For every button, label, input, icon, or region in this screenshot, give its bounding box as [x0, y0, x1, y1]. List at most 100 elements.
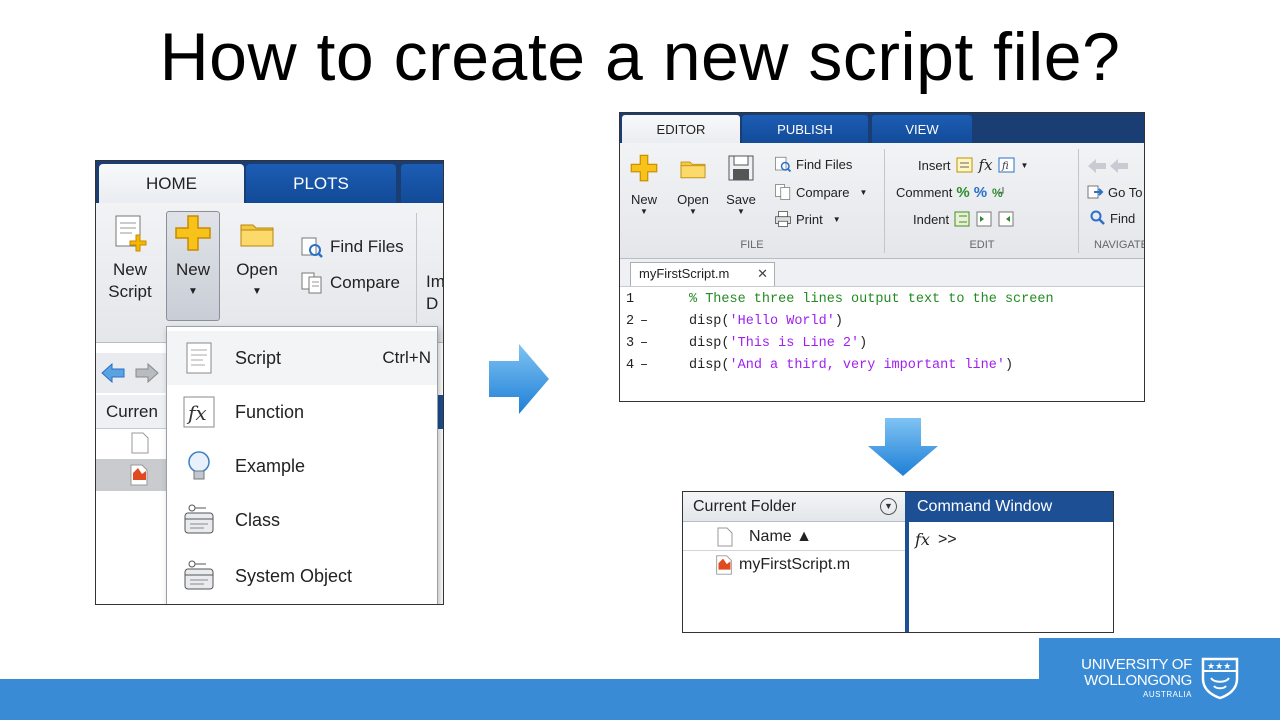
- folder-command-panel: Current Folder ▼ Name ▲ myFirstScript.m …: [682, 491, 1114, 633]
- editor-save-label: Save: [726, 192, 756, 207]
- code-editor[interactable]: 1 % These three lines output text to the …: [620, 289, 1144, 377]
- back-arrow-icon[interactable]: [100, 361, 126, 385]
- close-icon[interactable]: ✕: [757, 263, 768, 285]
- editor-new-label: New: [630, 192, 657, 207]
- wrap-comments-icon: %: [992, 186, 1004, 200]
- forward-arrow-icon[interactable]: [134, 361, 160, 385]
- uncomment-icon: %: [973, 183, 988, 201]
- new-script-label-2: Script: [108, 282, 152, 301]
- home-ribbon: New Script New ▼ Open ▼ Find Files Compa…: [96, 203, 443, 343]
- plus-icon: [630, 154, 658, 182]
- open-button[interactable]: Open ▼: [230, 213, 284, 303]
- code-line[interactable]: 2– disp('Hello World'): [620, 311, 1144, 333]
- compare-label: Compare: [330, 273, 400, 292]
- printer-icon: [775, 211, 791, 227]
- import-button[interactable]: Im D: [426, 271, 444, 315]
- fx-icon[interactable]: fx: [915, 530, 930, 549]
- editor-print-button[interactable]: Print ▼: [774, 210, 841, 228]
- m-file-icon: [130, 464, 148, 486]
- code-line[interactable]: 3– disp('This is Line 2'): [620, 333, 1144, 355]
- file-tab-label: myFirstScript.m: [639, 266, 730, 281]
- code-token: % These three lines output text to the s…: [689, 292, 1054, 307]
- code-token: 'And a third, very important line': [729, 358, 1005, 373]
- editor-compare-button[interactable]: Compare ▼: [774, 183, 867, 201]
- chevron-down-icon: ▼: [188, 286, 198, 297]
- insert-button[interactable]: Insert fx fi ▼: [918, 156, 1028, 174]
- code-text: disp('And a third, very important line'): [689, 355, 1013, 377]
- right-arrow-icon: [489, 344, 549, 414]
- editor-tab-bar: EDITOR PUBLISH VIEW: [620, 113, 1144, 145]
- goto-button[interactable]: Go To: [1086, 183, 1142, 201]
- folder-file-row[interactable]: myFirstScript.m: [713, 554, 850, 576]
- svg-text:★★★: ★★★: [1207, 661, 1231, 671]
- new-script-button[interactable]: New Script: [102, 213, 158, 303]
- insert-label: Insert: [918, 157, 951, 173]
- svg-text:fi: fi: [1001, 161, 1009, 172]
- edit-group-label: EDIT: [969, 239, 995, 251]
- tab-view[interactable]: VIEW: [872, 115, 972, 145]
- new-dropdown-menu: Script Ctrl+N fx Function Example Class …: [166, 326, 438, 604]
- lightbulb-icon: [188, 451, 210, 480]
- compare-button[interactable]: Compare: [300, 271, 400, 295]
- tab-editor[interactable]: EDITOR: [622, 115, 740, 145]
- code-token: disp(: [689, 314, 730, 329]
- editor-open-button[interactable]: Open ▼: [674, 153, 712, 216]
- file-icon: [131, 432, 149, 454]
- goto-label: Go To: [1108, 184, 1143, 200]
- find-button[interactable]: Find: [1090, 210, 1135, 226]
- current-folder-header: Curren: [96, 395, 166, 429]
- navigate-back-icon[interactable]: [1086, 157, 1130, 175]
- editor-new-button[interactable]: New ▼: [626, 153, 662, 216]
- editor-find-files-label: Find Files: [796, 156, 853, 172]
- breakpoint-marker[interactable]: –: [640, 311, 648, 333]
- tab-apps[interactable]: [401, 164, 443, 203]
- import-label-2: D: [426, 294, 439, 313]
- find-files-button[interactable]: Find Files: [300, 235, 404, 259]
- current-folder-title: Current Folder: [693, 498, 797, 515]
- university-crest-icon: ★★★: [1201, 657, 1239, 700]
- system-object-icon: [184, 560, 214, 590]
- tab-plots[interactable]: PLOTS: [246, 164, 396, 203]
- code-line[interactable]: 4– disp('And a third, very important line…: [620, 355, 1144, 377]
- open-label: Open: [236, 260, 278, 279]
- editor-file-tabs: myFirstScript.m ✕: [620, 259, 1144, 287]
- menu-item-script[interactable]: Script Ctrl+N: [167, 331, 437, 385]
- indent-button[interactable]: Indent: [913, 210, 1015, 228]
- editor-save-button[interactable]: Save ▼: [722, 153, 760, 216]
- folder-icon: [240, 224, 274, 247]
- insert-function-icon: fi: [998, 157, 1015, 173]
- chevron-down-icon: ▼: [737, 207, 745, 216]
- tab-home[interactable]: HOME: [99, 164, 244, 204]
- folder-column-header: Name ▲: [683, 523, 905, 551]
- menu-label-example: Example: [235, 455, 306, 476]
- line-number: 3: [626, 336, 635, 351]
- breakpoint-marker[interactable]: –: [640, 355, 648, 377]
- panel-menu-icon[interactable]: ▼: [880, 498, 897, 515]
- menu-item-system-object[interactable]: System Object: [167, 549, 437, 603]
- selected-file-row[interactable]: [96, 459, 166, 491]
- menu-item-function[interactable]: fx Function: [167, 385, 437, 439]
- file-tab-myfirstscript[interactable]: myFirstScript.m ✕: [630, 262, 775, 286]
- code-text: % These three lines output text to the s…: [689, 289, 1054, 311]
- folder-icon: [680, 161, 706, 179]
- comment-button[interactable]: Comment % % %: [896, 183, 1009, 201]
- import-label-1: Im: [426, 272, 444, 291]
- nav-strip: [96, 353, 166, 393]
- editor-find-files-button[interactable]: Find Files: [774, 155, 852, 173]
- code-line[interactable]: 1 % These three lines output text to the …: [620, 289, 1144, 311]
- new-button[interactable]: New ▼: [166, 213, 220, 303]
- tab-publish[interactable]: PUBLISH: [742, 115, 868, 145]
- code-text: disp('Hello World'): [689, 311, 843, 333]
- function-icon: fx: [183, 396, 215, 428]
- save-icon: [728, 155, 754, 181]
- slide-title: How to create a new script file?: [159, 19, 1121, 95]
- comment-label: Comment: [896, 184, 953, 200]
- editor-panel: EDITOR PUBLISH VIEW New ▼ Open ▼ Save ▼ …: [619, 112, 1145, 402]
- menu-item-class[interactable]: Class: [167, 493, 437, 547]
- find-files-icon: [775, 156, 792, 173]
- comment-percent-icon: %: [956, 183, 970, 201]
- menu-item-example[interactable]: Example: [167, 439, 437, 493]
- name-column[interactable]: Name ▲: [749, 523, 812, 551]
- breakpoint-marker[interactable]: –: [640, 333, 648, 355]
- command-prompt[interactable]: fx >>: [915, 530, 957, 549]
